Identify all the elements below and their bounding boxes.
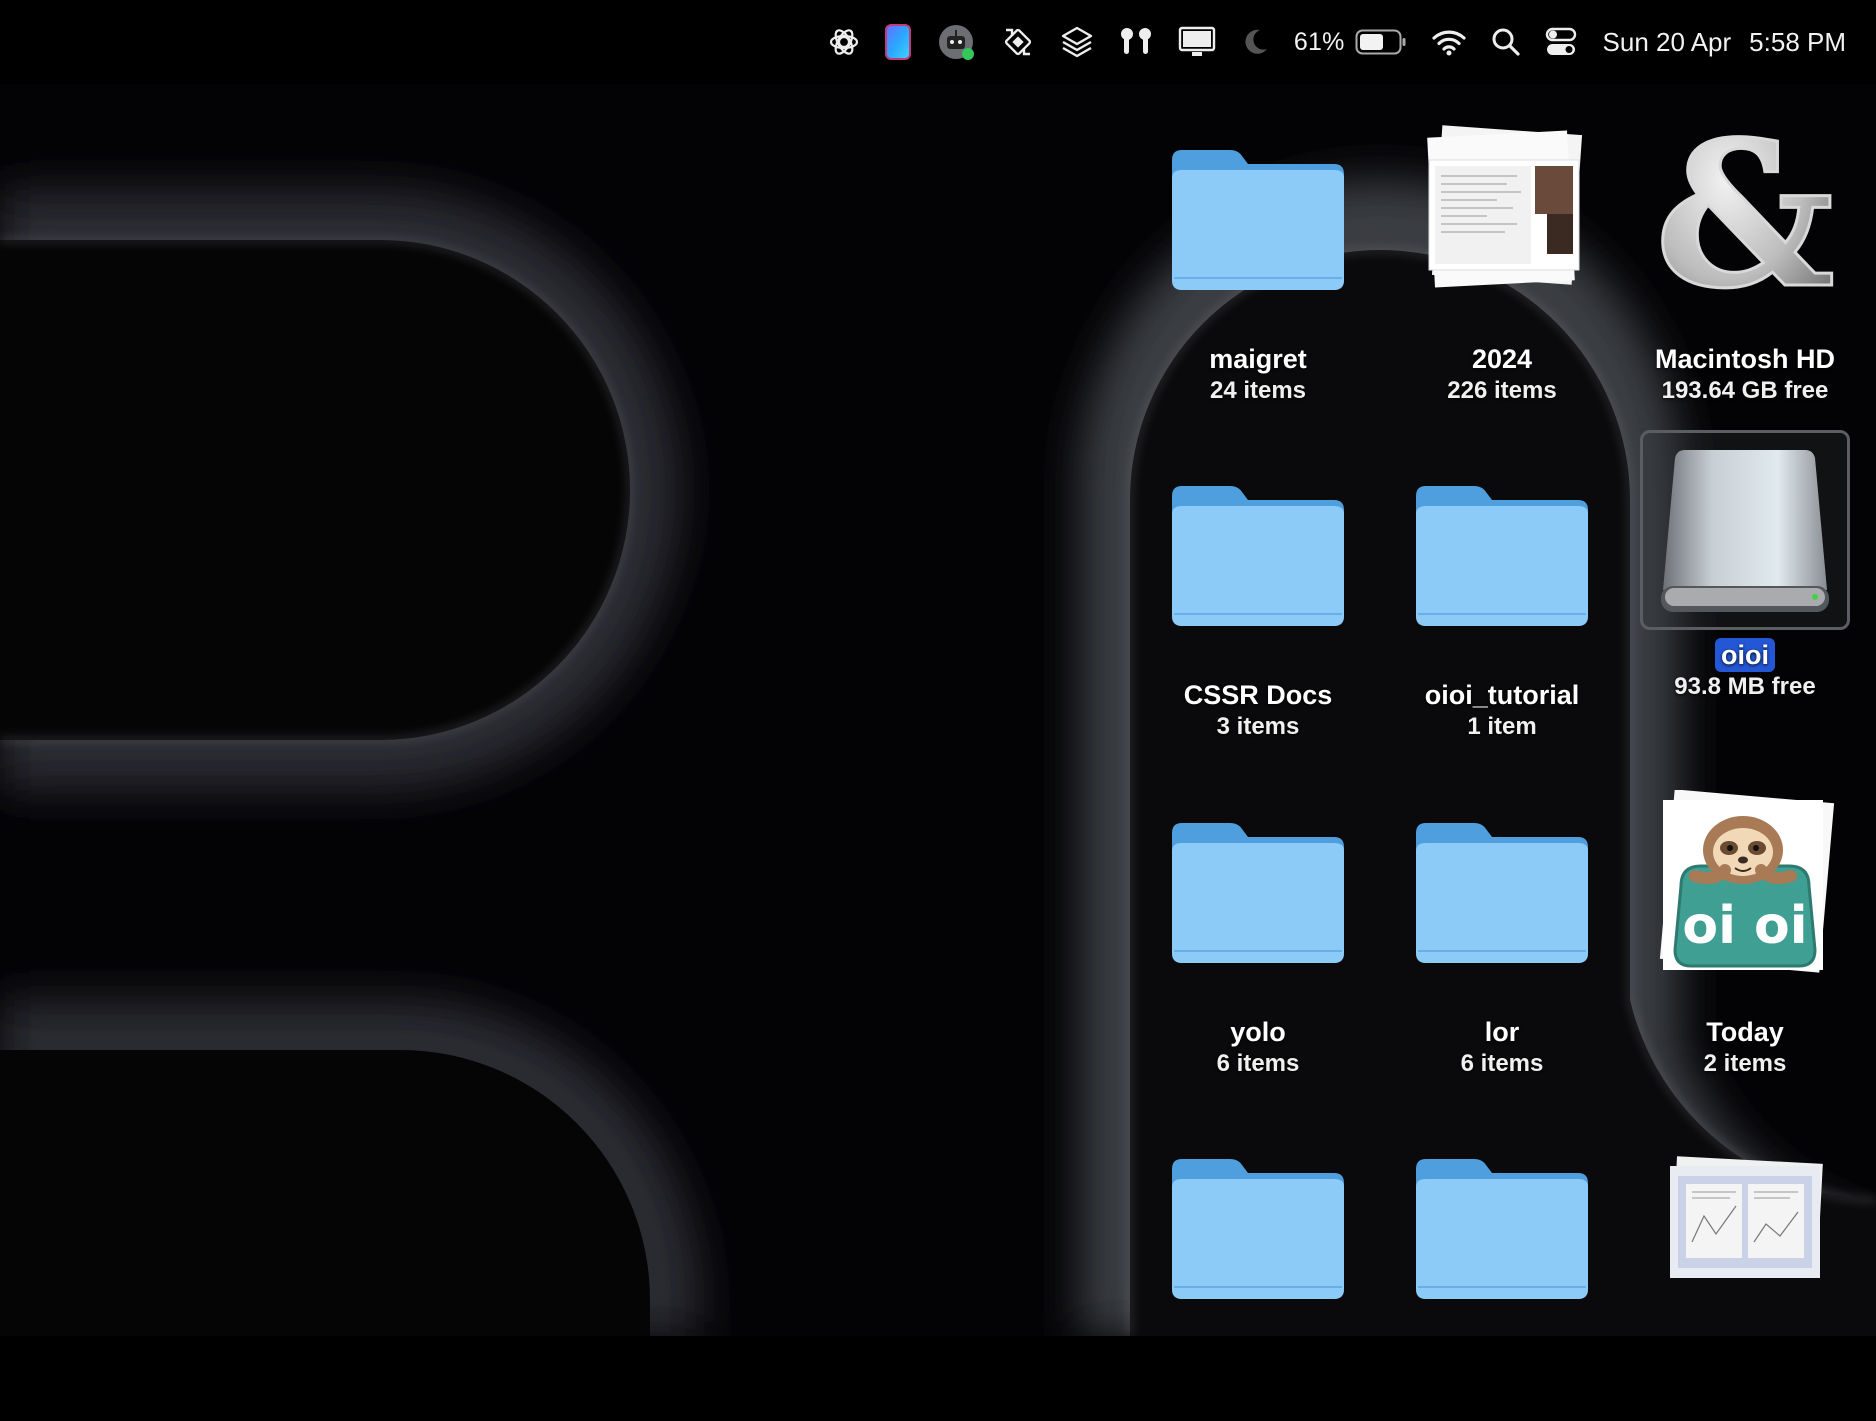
menubar-date: Sun 20 Apr [1602, 26, 1732, 57]
item-info: 3 items [1216, 713, 1300, 740]
battery-status[interactable]: 61% [1294, 0, 1407, 84]
item-info: 93.8 MB free [1674, 673, 1816, 700]
item-info: 2 items [1703, 1050, 1787, 1077]
item-info: 226 items [1447, 377, 1557, 404]
wifi-icon[interactable] [1431, 0, 1467, 84]
moon-icon[interactable] [1240, 0, 1270, 84]
folder-icon [1153, 785, 1363, 985]
folder-icon [1153, 448, 1363, 648]
desktop-item-folder-row4-a[interactable] [1148, 1121, 1368, 1421]
item-name: 2024 [1471, 344, 1533, 374]
item-info: 6 items [1216, 1050, 1300, 1077]
desktop-item-preview-stack[interactable] [1635, 1121, 1855, 1421]
folder-icon [1397, 785, 1607, 985]
item-info: 6 items [1460, 1050, 1544, 1077]
document-stack-icon [1640, 1121, 1850, 1321]
item-name: maigret [1209, 344, 1307, 374]
search-icon[interactable] [1491, 0, 1521, 84]
oioi-sloth-icon: oi oi [1640, 785, 1850, 985]
desktop-item-oioi-drive[interactable]: oioi 93.8 MB free [1635, 430, 1855, 730]
item-name: oioi_tutorial [1424, 680, 1580, 710]
ampersand-disk-icon: & [1640, 112, 1850, 312]
document-stack-icon [1397, 112, 1607, 312]
menubar-clock[interactable]: Sun 20 Apr 5:58 PM [1603, 0, 1846, 84]
folder-icon [1153, 112, 1363, 312]
folder-icon [1397, 448, 1607, 648]
chatgpt-icon[interactable] [828, 0, 860, 84]
desktop-item-today[interactable]: oi oi Today 2 items [1635, 785, 1855, 1085]
display-rotate-icon[interactable] [1000, 0, 1036, 84]
desktop-item-macintosh-hd[interactable]: & Macintosh HD 193.64 GB free [1635, 112, 1855, 412]
desktop-item-oioi-tutorial[interactable]: oioi_tutorial 1 item [1392, 448, 1612, 748]
item-name: Macintosh HD [1654, 344, 1835, 374]
item-name: lor [1484, 1017, 1520, 1047]
bot-app-icon[interactable] [936, 0, 976, 84]
desktop-item-folder-row4-b[interactable] [1392, 1121, 1612, 1421]
item-name: yolo [1230, 1017, 1286, 1047]
control-center-icon[interactable] [1545, 0, 1577, 84]
desktop-item-maigret[interactable]: maigret 24 items [1148, 112, 1368, 412]
display-icon[interactable] [1178, 0, 1216, 84]
battery-level-fill [1359, 34, 1383, 50]
item-name: oioi [1715, 638, 1775, 672]
battery-icon [1355, 29, 1406, 55]
desktop-item-yolo[interactable]: yolo 6 items [1148, 785, 1368, 1085]
color-picker-icon[interactable] [884, 0, 912, 84]
menu-bar: 61% Sun 20 Apr 5:58 PM [0, 0, 1876, 84]
battery-percent: 61% [1293, 27, 1345, 56]
item-info: 193.64 GB free [1661, 377, 1829, 404]
external-drive-icon [1640, 430, 1850, 630]
item-info: 1 item [1467, 713, 1537, 740]
desktop-item-2024[interactable]: 2024 226 items [1392, 112, 1612, 412]
airpods-icon[interactable] [1118, 0, 1154, 84]
item-name: CSSR Docs [1183, 680, 1333, 710]
svg-text:oi oi: oi oi [1682, 896, 1807, 956]
desktop-item-lor[interactable]: lor 6 items [1392, 785, 1612, 1085]
svg-text:&: & [1655, 117, 1836, 307]
folder-icon [1397, 1121, 1607, 1321]
layers-icon[interactable] [1060, 0, 1094, 84]
menubar-time: 5:58 PM [1749, 26, 1846, 57]
item-name: Today [1706, 1017, 1784, 1047]
folder-icon [1153, 1121, 1363, 1321]
item-info: 24 items [1209, 377, 1307, 404]
desktop-item-cssr-docs[interactable]: CSSR Docs 3 items [1148, 448, 1368, 748]
